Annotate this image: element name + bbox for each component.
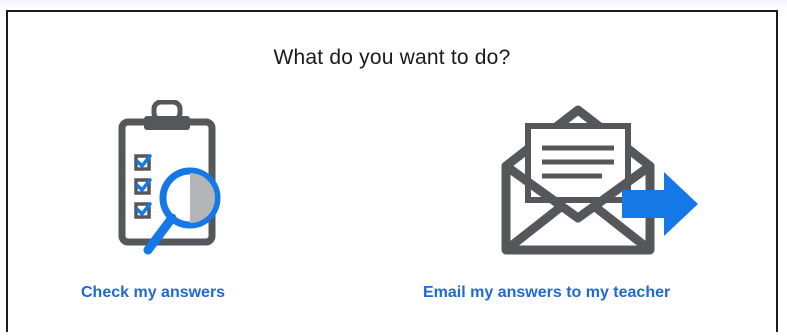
check-answers-option[interactable]: Check my answers: [72, 99, 292, 320]
dialog-title: What do you want to do?: [273, 46, 511, 69]
action-dialog: What do you want to do? Check my answers…: [6, 10, 778, 332]
check-answers-label[interactable]: Check my answers: [81, 284, 225, 302]
clipboard-magnifier-icon: [108, 99, 248, 275]
email-teacher-option[interactable]: Email my answers to my teacher: [400, 100, 772, 320]
top-strip: [0, 0, 787, 10]
email-teacher-label[interactable]: Email my answers to my teacher: [423, 284, 670, 302]
envelope-send-icon: [498, 100, 708, 265]
